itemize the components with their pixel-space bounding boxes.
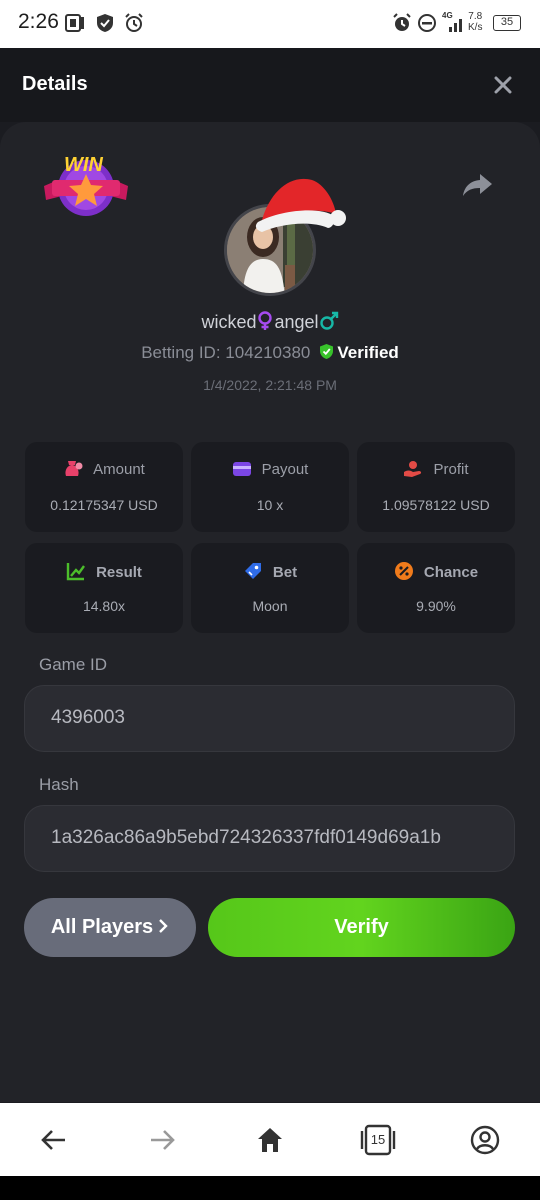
alarm-icon [125, 13, 143, 32]
santa-hat-icon [255, 178, 346, 232]
profile-icon[interactable] [470, 1125, 500, 1155]
stat-chance-label: Chance [423, 564, 479, 581]
win-badge-text: WIN [64, 154, 103, 176]
wallet-icon [232, 462, 251, 476]
hash-label: Hash [39, 775, 79, 794]
status-time: 2:26 [18, 10, 59, 33]
hash-field[interactable]: 1a326ac86a9b5ebd724326337fdf0149d69a1b [24, 805, 515, 872]
back-arrow-icon[interactable] [39, 1125, 69, 1155]
do-not-disturb-icon [418, 14, 436, 32]
verify-button[interactable]: Verify [208, 898, 515, 957]
betting-id-row: Betting ID: 104210380 Verified [0, 343, 540, 363]
stat-bet-label: Bet [272, 564, 298, 581]
stat-profit-label: Profit [433, 461, 469, 478]
tabs-button[interactable]: 15 [360, 1123, 396, 1157]
stat-payout-label: Payout [261, 461, 309, 478]
game-id-field[interactable]: 4396003 [24, 685, 515, 752]
browser-bottom-nav: 15 [0, 1103, 540, 1176]
share-icon[interactable] [460, 170, 494, 200]
percent-icon [394, 562, 413, 580]
page-title: Details [22, 73, 88, 95]
network-speed: 7.8 K/s [468, 11, 483, 33]
stat-bet-value: Moon [252, 598, 288, 614]
shield-icon [97, 14, 113, 32]
username: wicked angel [0, 311, 540, 333]
male-symbol-icon [319, 311, 338, 330]
stat-amount-value: 0.12175347 USD [50, 497, 158, 513]
battery-icon: 35 [493, 15, 521, 31]
alarm-icon [393, 13, 411, 31]
all-players-label: All Players [50, 916, 154, 938]
verified-label: Verified [337, 343, 399, 362]
stat-profit: Profit 1.09578122 USD [357, 442, 515, 532]
money-bag-icon [65, 461, 83, 476]
home-icon[interactable] [255, 1125, 285, 1155]
all-players-button[interactable]: All Players [24, 898, 196, 957]
verified-shield-icon [320, 344, 334, 359]
status-bar: 2:26 4G 7.8 K/s 35 [0, 0, 540, 48]
close-icon[interactable] [490, 72, 516, 98]
stat-result-label: Result [96, 564, 142, 581]
stat-chance: Chance 9.90% [357, 543, 515, 633]
stat-amount: Amount 0.12175347 USD [25, 442, 183, 532]
tag-icon [244, 563, 261, 579]
verify-label: Verify [334, 916, 389, 938]
details-header: Details [0, 48, 540, 122]
game-id-value: 4396003 [51, 707, 125, 728]
hash-value: 1a326ac86a9b5ebd724326337fdf0149d69a1b [51, 827, 441, 848]
signal-icon [449, 19, 462, 32]
chart-up-icon [66, 563, 86, 581]
bet-timestamp: 1/4/2022, 2:21:48 PM [203, 377, 337, 393]
female-symbol-icon [258, 311, 273, 330]
app-notification-icon [65, 14, 84, 32]
stat-bet: Bet Moon [191, 543, 349, 633]
stat-payout-value: 10 x [256, 497, 284, 513]
betting-id: Betting ID: 104210380 [141, 343, 311, 362]
stat-result-value: 14.80x [82, 598, 126, 614]
stat-chance-value: 9.90% [416, 598, 456, 614]
stat-amount-label: Amount [93, 461, 145, 478]
system-nav-bar [0, 1176, 540, 1200]
hand-coin-icon [404, 461, 422, 477]
stat-profit-value: 1.09578122 USD [382, 497, 490, 513]
game-id-label: Game ID [39, 655, 108, 674]
forward-arrow-icon[interactable] [147, 1125, 177, 1155]
stat-result: Result 14.80x [25, 543, 183, 633]
stat-payout: Payout 10 x [191, 442, 349, 532]
tab-count: 15 [370, 1132, 386, 1147]
chevron-right-icon [159, 919, 168, 933]
